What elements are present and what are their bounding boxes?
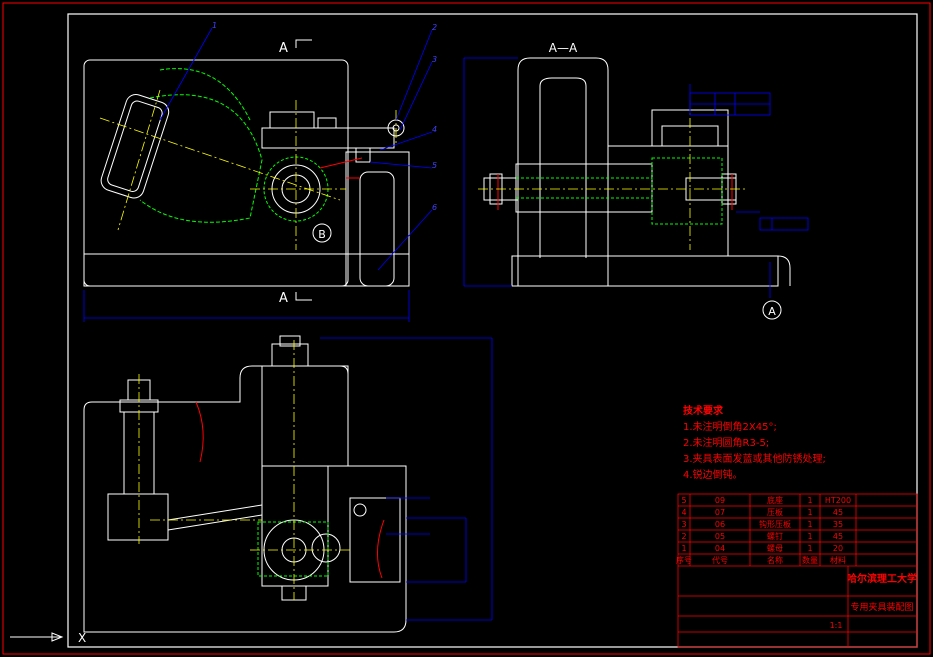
row-2-material: 45 <box>833 508 843 517</box>
row-3-index: 3 <box>681 520 686 529</box>
row-1-name: 底座 <box>767 495 783 505</box>
detail-label: B <box>318 228 326 241</box>
header-name: 名称 <box>767 555 783 565</box>
tech-requirement-3: 3.夹具表面发蓝或其他防锈处理; <box>683 452 826 465</box>
row-5-code: 04 <box>715 544 725 553</box>
callout-6: 6 <box>432 203 437 212</box>
ucs-x-label: X <box>78 631 86 645</box>
front-view-dimensions <box>83 27 433 322</box>
section-arrow-top <box>295 39 312 48</box>
tech-requirement-4: 4.锐边倒钝。 <box>683 468 743 481</box>
row-2-code: 07 <box>715 508 725 517</box>
section-view-title: A—A <box>549 41 578 55</box>
row-1-qty: 1 <box>807 496 812 505</box>
row-2-index: 4 <box>681 508 686 517</box>
row-5-material: 20 <box>833 544 843 553</box>
row-3-material: 35 <box>833 520 843 529</box>
header-qty: 数量 <box>802 555 818 565</box>
callout-2: 2 <box>432 23 437 32</box>
row-3-code: 06 <box>715 520 725 529</box>
tech-requirement-2: 2.未注明圆角R3-5; <box>683 436 769 449</box>
row-5-qty: 1 <box>807 544 812 553</box>
callout-1: 1 <box>212 21 217 30</box>
section-label-top: A <box>279 41 288 56</box>
header-material: 材料 <box>830 555 846 565</box>
row-4-material: 45 <box>833 532 843 541</box>
row-2-qty: 1 <box>807 508 812 517</box>
row-1-index: 5 <box>681 496 686 505</box>
callout-3: 3 <box>432 55 437 64</box>
row-5-index: 1 <box>681 544 686 553</box>
drawing-title: 专用夹具装配图 <box>850 601 913 613</box>
title-block <box>677 493 918 648</box>
top-view <box>83 335 407 633</box>
tech-requirements-title: 技术要求 <box>683 404 724 417</box>
outer-frame <box>2 2 931 655</box>
cad-drawing-canvas: X 1 2 3 4 5 6 A A B A—A A 技术要求 1.未注明倒角2X… <box>2 2 931 655</box>
front-view <box>83 59 410 287</box>
school-name: 哈尔滨理工大学 <box>847 572 917 585</box>
header-index: 序号 <box>676 555 692 565</box>
header-code: 代号 <box>712 555 728 565</box>
section-label-bottom: A <box>279 291 288 306</box>
top-view-centerlines <box>138 340 350 600</box>
tech-requirements: 技术要求 1.未注明倒角2X45°; 2.未注明圆角R3-5; 3.夹具表面发蓝… <box>683 404 826 481</box>
row-4-code: 05 <box>715 532 725 541</box>
section-arrow-bottom <box>295 292 312 301</box>
row-3-name: 钩形压板 <box>759 519 791 529</box>
drawing-scale: 1:1 <box>830 621 843 630</box>
row-4-name: 螺钉 <box>767 531 783 541</box>
row-4-index: 2 <box>681 532 686 541</box>
inner-frame <box>67 13 918 648</box>
row-1-material: HT200 <box>825 496 851 505</box>
front-view-callouts: 1 2 3 4 5 6 <box>212 21 437 212</box>
title-block-text: 序号 代号 名称 数量 材料 5 09 底座 1 HT200 4 07 压板 1… <box>676 495 917 630</box>
row-1-code: 09 <box>715 496 725 505</box>
callout-5: 5 <box>432 161 437 170</box>
row-3-qty: 1 <box>807 520 812 529</box>
tech-requirement-1: 1.未注明倒角2X45°; <box>683 420 777 433</box>
row-4-qty: 1 <box>807 532 812 541</box>
section-view <box>483 57 791 287</box>
callout-4: 4 <box>432 125 437 134</box>
row-2-name: 压板 <box>767 507 783 517</box>
row-5-name: 螺母 <box>767 543 783 553</box>
datum-label: A <box>768 305 776 318</box>
